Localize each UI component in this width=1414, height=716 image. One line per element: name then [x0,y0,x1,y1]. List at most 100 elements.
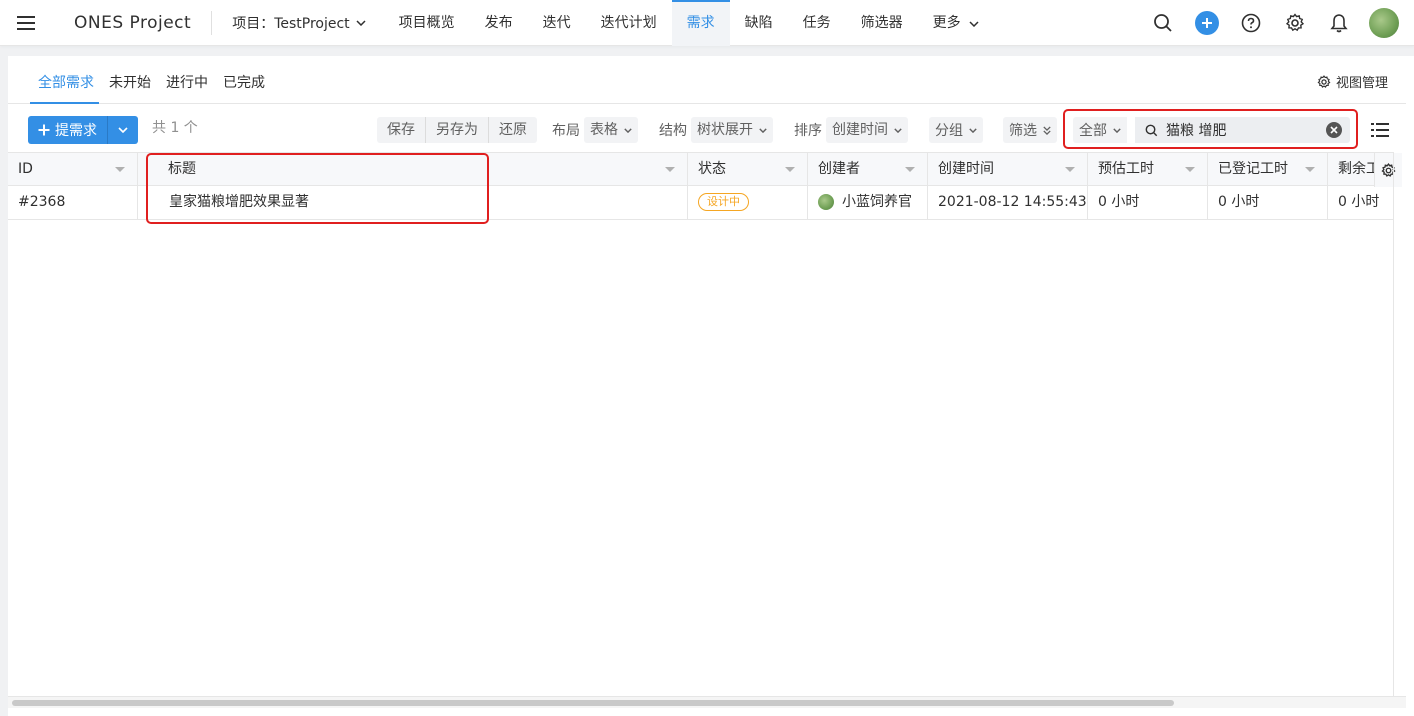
sort-value: 创建时间 [826,117,908,143]
group-label: 分组 [935,123,963,139]
chevron-down-icon [624,127,632,133]
bell-icon[interactable] [1317,0,1361,46]
header-label: 状态 [698,161,726,177]
cell-logged[interactable]: 0 小时 [1208,186,1328,219]
view-manage-button[interactable]: 视图管理 [1317,72,1388,91]
view-actions: 保存 另存为 还原 [377,117,537,143]
brand-logo[interactable]: ONES Project [52,10,213,35]
gear-icon[interactable] [1273,0,1317,46]
header-label: 创建者 [818,161,860,177]
tab-tasks[interactable]: 任务 [788,0,846,46]
create-button[interactable] [1185,0,1229,46]
column-header-status[interactable]: 状态 [688,153,808,186]
tab-defects[interactable]: 缺陷 [730,0,788,46]
sort-caret-icon [785,167,795,172]
title-column-highlight [146,153,489,224]
column-settings-gear-icon[interactable] [1374,153,1402,187]
header-label: ID [18,161,33,177]
sort-caret-icon [905,167,915,172]
menu-icon[interactable] [0,0,52,46]
scrollbar-thumb[interactable] [12,700,1174,706]
cell-estimate[interactable]: 0 小时 [1088,186,1208,219]
save-as-button[interactable]: 另存为 [426,117,489,143]
filter-selector[interactable]: 筛选 [1003,117,1057,143]
subtab-done[interactable]: 已完成 [223,72,265,92]
help-icon[interactable] [1229,0,1273,46]
layout-value: 表格 [584,117,638,143]
tab-label: 缺陷 [744,14,773,31]
toolbar: 提需求 共 1 个 保存 另存为 还原 布局 表格 结构 树状展开 排序 创建时… [8,104,1406,152]
tab-sprint-plan[interactable]: 迭代计划 [586,0,672,46]
clear-icon[interactable] [1326,122,1342,138]
tab-label: 迭代 [542,14,571,31]
sort-selector[interactable]: 排序 创建时间 [794,117,908,143]
group-selector[interactable]: 分组 [929,117,983,143]
tab-overview[interactable]: 项目概览 [384,0,470,46]
gear-icon [1317,74,1331,88]
sort-caret-icon [115,167,125,172]
tab-label: 发布 [484,14,513,31]
structure-value: 树状展开 [691,117,773,143]
plus-icon [38,124,50,136]
cell-id[interactable]: #2368 [8,186,138,219]
chevron-down-icon [759,127,767,133]
column-header-created[interactable]: 创建时间 [928,153,1088,186]
chevron-down-icon [1113,127,1121,133]
cell-status[interactable]: 设计中 [688,186,808,219]
filter-label: 筛选 [1009,123,1037,139]
subtab-not-started[interactable]: 未开始 [109,72,151,92]
column-header-id[interactable]: ID [8,153,138,186]
list-view-icon[interactable] [1366,116,1394,144]
cell-created: 2021-08-12 14:55:43 [928,186,1088,219]
double-chevron-down-icon [1043,125,1051,135]
tab-release[interactable]: 发布 [470,0,528,46]
avatar [818,194,834,210]
header-label: 创建时间 [938,161,994,177]
table-right-border [1393,152,1394,696]
add-requirement-main[interactable]: 提需求 [28,116,108,144]
restore-button[interactable]: 还原 [489,117,537,143]
chevron-down-icon [969,127,977,133]
creator-name: 小蓝饲养官 [842,194,912,210]
header-label: 预估工时 [1098,161,1154,177]
layout-selector[interactable]: 布局 表格 [552,117,638,143]
column-header-estimate[interactable]: 预估工时 [1088,153,1208,186]
project-selector[interactable]: 项目：TestProject [212,0,383,46]
column-header-creator[interactable]: 创建者 [808,153,928,186]
sort-caret-icon [1185,167,1195,172]
tab-more[interactable]: 更多 [918,0,994,46]
layout-value-text: 表格 [590,122,618,138]
main-panel: 全部需求 未开始 进行中 已完成 视图管理 提需求 共 1 个 保存 另存为 还… [8,56,1414,716]
sort-caret-icon [1065,167,1075,172]
header-label: 已登记工时 [1218,161,1288,177]
cell-creator[interactable]: 小蓝饲养官 [808,186,928,219]
column-header-remaining[interactable]: 剩余工 [1328,153,1374,186]
tab-requirements[interactable]: 需求 [671,0,730,46]
save-button[interactable]: 保存 [377,117,426,143]
search-area-highlight: 全部 猫粮 增肥 [1063,109,1358,149]
tab-filters[interactable]: 筛选器 [846,0,918,46]
chevron-down-icon [118,127,128,133]
search-input[interactable]: 猫粮 增肥 [1135,117,1350,143]
user-avatar[interactable] [1369,8,1399,38]
chevron-down-icon [894,127,902,133]
search-scope-selector[interactable]: 全部 [1073,117,1127,143]
sort-caret-icon [665,167,675,172]
subtab-in-progress[interactable]: 进行中 [166,72,208,92]
cell-remaining[interactable]: 0 小时 [1328,186,1394,219]
structure-value-text: 树状展开 [697,122,753,138]
add-requirement-button: 提需求 [28,116,138,144]
horizontal-scrollbar[interactable] [8,696,1406,708]
structure-selector[interactable]: 结构 树状展开 [659,117,773,143]
project-selector-label: 项目：TestProject [232,15,350,32]
nav-actions [1141,0,1414,46]
tab-sprint[interactable]: 迭代 [528,0,586,46]
add-requirement-dropdown[interactable] [108,116,138,144]
column-header-logged[interactable]: 已登记工时 [1208,153,1328,186]
top-nav: ONES Project 项目：TestProject 项目概览 发布 迭代 迭… [0,0,1414,46]
subtab-all[interactable]: 全部需求 [38,72,94,92]
search-icon[interactable] [1141,0,1185,46]
search-value: 猫粮 增肥 [1166,123,1227,139]
plus-icon [1195,11,1219,35]
sort-label: 排序 [794,123,822,139]
